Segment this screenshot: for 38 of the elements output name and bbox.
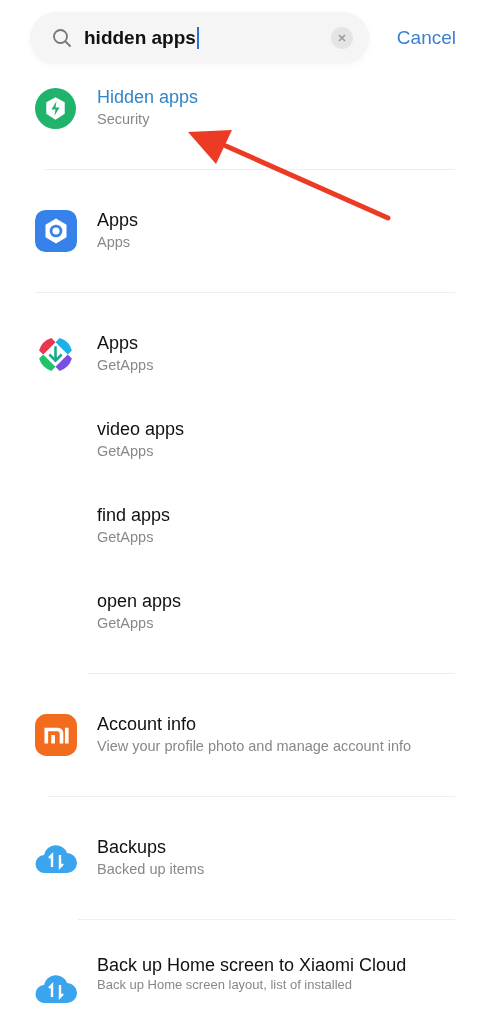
result-subtitle: Apps: [97, 233, 132, 252]
clear-button[interactable]: [330, 26, 353, 49]
result-item[interactable]: find apps GetApps: [97, 504, 171, 548]
search-icon: [52, 27, 72, 48]
result-subtitle: GetApps: [97, 614, 155, 633]
logo-icon: [35, 714, 77, 756]
result-item[interactable]: Apps Apps: [97, 209, 139, 253]
result-item[interactable]: Backups Backed up items: [97, 836, 205, 880]
result-item[interactable]: Back up Home screen to Xiaomi Cloud Back up Home screen layout, list of installed: [97, 954, 407, 993]
result-title: Apps: [97, 209, 139, 232]
shield-icon: [35, 87, 76, 129]
result-subtitle: Backed up items: [97, 860, 205, 879]
result-item[interactable]: open apps GetApps: [97, 590, 182, 634]
result-title: Back up Home screen to Xiaomi Cloud: [97, 954, 407, 977]
result-item[interactable]: video apps GetApps: [97, 418, 185, 462]
result-subtitle: Back up Home screen layout, list of installed: [97, 977, 354, 993]
result-title: open apps: [97, 590, 182, 613]
result-subtitle: GetApps: [97, 528, 155, 547]
result-item[interactable]: Apps GetApps: [97, 332, 154, 376]
cloud-icon: [35, 972, 77, 1004]
result-title: find apps: [97, 504, 171, 527]
gear-icon: [35, 210, 77, 252]
result-subtitle: GetApps: [97, 356, 154, 375]
result-subtitle: Security: [97, 110, 151, 129]
cancel-button[interactable]: Cancel: [396, 26, 456, 49]
result-title: Backups: [97, 836, 168, 859]
result-subtitle: View your profile photo and manage account info: [97, 737, 412, 756]
result-item[interactable]: Account info View your profile photo and manage account info: [97, 713, 412, 757]
result-subtitle: GetApps: [97, 442, 155, 461]
cloud-icon: [35, 842, 77, 874]
result-title: video apps: [97, 418, 185, 441]
search-text[interactable]: hidden apps: [84, 26, 199, 49]
result-title: Hidden apps: [97, 86, 199, 109]
result-title: Account info: [97, 713, 198, 736]
result-item[interactable]: Hidden apps Security: [97, 86, 199, 130]
close-icon: [337, 33, 346, 42]
result-title: Apps: [97, 332, 140, 355]
search-field[interactable]: hidden apps: [30, 11, 369, 64]
